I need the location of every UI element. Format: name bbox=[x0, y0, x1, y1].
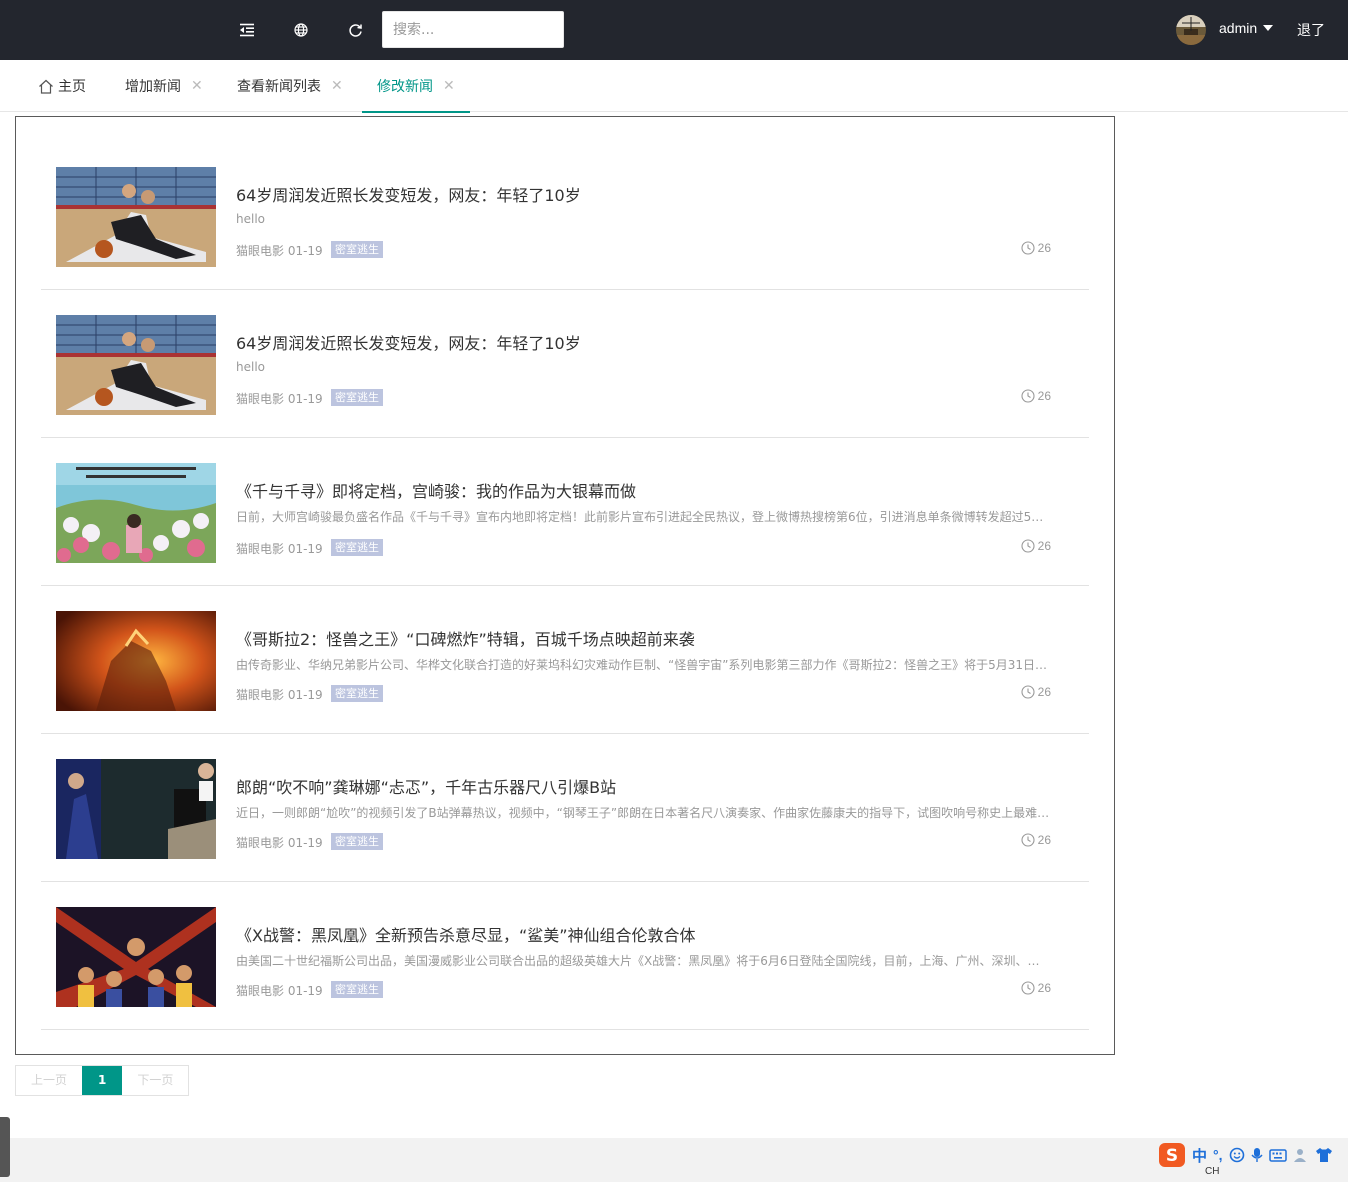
tab-label: 增加新闻 bbox=[125, 79, 181, 95]
news-list-panel: 64岁周润发近照长发变短发，网友：年轻了10岁 hello 猫眼电影 01-19… bbox=[15, 116, 1115, 1055]
news-desc: 由传奇影业、华纳兄弟影片公司、华桦文化联合打造的好莱坞科幻灾难动作巨制、“怪兽宇… bbox=[236, 658, 1051, 672]
news-tag[interactable]: 密室逃生 bbox=[331, 685, 383, 702]
avatar[interactable] bbox=[1176, 15, 1206, 45]
top-navbar: admin 退了 bbox=[0, 0, 1348, 60]
user-account-icon[interactable] bbox=[1293, 1147, 1309, 1163]
side-handle[interactable] bbox=[0, 1117, 10, 1177]
view-count-value: 26 bbox=[1037, 981, 1051, 995]
home-icon bbox=[38, 79, 54, 94]
tab-label: 主页 bbox=[58, 79, 86, 95]
news-thumbnail bbox=[56, 907, 216, 1007]
menu-indent-icon[interactable] bbox=[235, 18, 259, 42]
skin-shirt-icon[interactable] bbox=[1315, 1147, 1333, 1163]
view-count-value: 26 bbox=[1037, 241, 1051, 255]
news-thumbnail bbox=[56, 315, 216, 415]
close-icon[interactable]: ✕ bbox=[443, 78, 455, 94]
news-title[interactable]: 《X战警：黑凤凰》全新预告杀意尽显，“鲨美”神仙组合伦敦合体 bbox=[236, 922, 696, 946]
emoji-icon[interactable] bbox=[1229, 1147, 1245, 1163]
news-tag[interactable]: 密室逃生 bbox=[331, 981, 383, 998]
keyboard-icon[interactable] bbox=[1268, 1148, 1287, 1162]
news-source: 猫眼电影 01-19 bbox=[236, 542, 323, 556]
logout-link[interactable]: 退了 bbox=[1297, 20, 1325, 40]
tab-add-news[interactable]: 增加新闻 ✕ bbox=[125, 60, 203, 112]
username: admin bbox=[1219, 20, 1258, 36]
search-input[interactable] bbox=[382, 11, 564, 48]
view-count: 26 bbox=[1021, 539, 1051, 553]
clock-icon bbox=[1021, 833, 1035, 847]
news-title[interactable]: 64岁周润发近照长发变短发，网友：年轻了10岁 bbox=[236, 330, 581, 354]
page-1-button[interactable]: 1 bbox=[82, 1066, 123, 1095]
news-thumbnail bbox=[56, 167, 216, 267]
clock-icon bbox=[1021, 539, 1035, 553]
clock-icon bbox=[1021, 685, 1035, 699]
news-thumbnail bbox=[56, 611, 216, 711]
news-tag[interactable]: 密室逃生 bbox=[331, 833, 383, 850]
caret-down-icon bbox=[1263, 25, 1274, 31]
news-source: 猫眼电影 01-19 bbox=[236, 984, 323, 998]
next-page-button[interactable]: 下一页 bbox=[122, 1066, 188, 1095]
close-icon[interactable]: ✕ bbox=[191, 78, 203, 94]
user-menu[interactable]: admin bbox=[1219, 20, 1274, 36]
prev-page-button[interactable]: 上一页 bbox=[16, 1066, 82, 1095]
view-count: 26 bbox=[1021, 389, 1051, 403]
news-desc: 日前，大师宫崎骏最负盛名作品《千与千寻》宣布内地即将定档！此前影片宣布引进起全民… bbox=[236, 510, 1051, 524]
news-source: 猫眼电影 01-19 bbox=[236, 392, 323, 406]
bottom-bar bbox=[0, 1138, 1348, 1182]
tab-home[interactable]: 主页 bbox=[38, 60, 86, 112]
microphone-icon[interactable] bbox=[1250, 1147, 1263, 1163]
news-tag[interactable]: 密室逃生 bbox=[331, 539, 383, 556]
clock-icon bbox=[1021, 389, 1035, 403]
tab-label: 修改新闻 bbox=[377, 79, 433, 95]
list-item[interactable]: 64岁周润发近照长发变短发，网友：年轻了10岁 hello 猫眼电影 01-19… bbox=[41, 290, 1089, 438]
tab-bar: 主页 增加新闻 ✕ 查看新闻列表 ✕ 修改新闻 ✕ bbox=[0, 60, 1348, 113]
clock-icon bbox=[1021, 241, 1035, 255]
punctuation-icon[interactable]: °, bbox=[1213, 1147, 1223, 1163]
list-item[interactable]: 郎朗“吹不响”龚琳娜“忐忑”，千年古乐器尺八引爆B站 近日，一则郎朗“尬吹”的视… bbox=[41, 734, 1089, 882]
news-source: 猫眼电影 01-19 bbox=[236, 244, 323, 258]
news-thumbnail bbox=[56, 759, 216, 859]
news-title[interactable]: 郎朗“吹不响”龚琳娜“忐忑”，千年古乐器尺八引爆B站 bbox=[236, 774, 616, 798]
news-title[interactable]: 64岁周润发近照长发变短发，网友：年轻了10岁 bbox=[236, 182, 581, 206]
tab-edit-news[interactable]: 修改新闻 ✕ bbox=[362, 60, 470, 113]
svg-text:S: S bbox=[1166, 1146, 1178, 1166]
list-item[interactable]: 64岁周润发近照长发变短发，网友：年轻了10岁 hello 猫眼电影 01-19… bbox=[41, 142, 1089, 290]
news-source: 猫眼电影 01-19 bbox=[236, 836, 323, 850]
list-item[interactable]: 《千与千寻》即将定档，宫崎骏：我的作品为大银幕而做 日前，大师宫崎骏最负盛名作品… bbox=[41, 438, 1089, 586]
view-count-value: 26 bbox=[1037, 685, 1051, 699]
view-count-value: 26 bbox=[1037, 833, 1051, 847]
view-count-value: 26 bbox=[1037, 389, 1051, 403]
view-count: 26 bbox=[1021, 981, 1051, 995]
tab-label: 查看新闻列表 bbox=[237, 79, 321, 95]
news-desc: hello bbox=[236, 360, 265, 374]
news-tag[interactable]: 密室逃生 bbox=[331, 389, 383, 406]
list-item[interactable]: 《哥斯拉2：怪兽之王》“口碑燃炸”特辑，百城千场点映超前来袭 由传奇影业、华纳兄… bbox=[41, 586, 1089, 734]
ime-status: CH bbox=[1205, 1166, 1220, 1177]
close-icon[interactable]: ✕ bbox=[331, 78, 343, 94]
view-count: 26 bbox=[1021, 241, 1051, 255]
ime-lang[interactable]: 中 bbox=[1192, 1145, 1207, 1166]
view-count-value: 26 bbox=[1037, 539, 1051, 553]
news-title[interactable]: 《千与千寻》即将定档，宫崎骏：我的作品为大银幕而做 bbox=[236, 478, 636, 502]
news-title[interactable]: 《哥斯拉2：怪兽之王》“口碑燃炸”特辑，百城千场点映超前来袭 bbox=[236, 626, 695, 650]
view-count: 26 bbox=[1021, 833, 1051, 847]
news-thumbnail bbox=[56, 463, 216, 563]
news-desc: hello bbox=[236, 212, 265, 226]
refresh-icon[interactable] bbox=[343, 18, 367, 42]
news-desc: 由美国二十世纪福斯公司出品，美国漫威影业公司联合出品的超级英雄大片《X战警：黑凤… bbox=[236, 954, 1051, 968]
news-desc: 近日，一则郎朗“尬吹”的视频引发了B站弹幕热议，视频中，“钢琴王子”郎朗在日本著… bbox=[236, 806, 1051, 820]
tab-news-list[interactable]: 查看新闻列表 ✕ bbox=[237, 60, 343, 112]
news-source: 猫眼电影 01-19 bbox=[236, 688, 323, 702]
clock-icon bbox=[1021, 981, 1035, 995]
sogou-logo-icon[interactable]: S bbox=[1158, 1142, 1186, 1168]
list-item[interactable]: 《X战警：黑凤凰》全新预告杀意尽显，“鲨美”神仙组合伦敦合体 由美国二十世纪福斯… bbox=[41, 882, 1089, 1030]
ime-toolbar: S 中 °, bbox=[1158, 1142, 1346, 1168]
view-count: 26 bbox=[1021, 685, 1051, 699]
pagination: 上一页 1 下一页 bbox=[15, 1065, 190, 1096]
globe-icon[interactable] bbox=[289, 18, 313, 42]
news-tag[interactable]: 密室逃生 bbox=[331, 241, 383, 258]
